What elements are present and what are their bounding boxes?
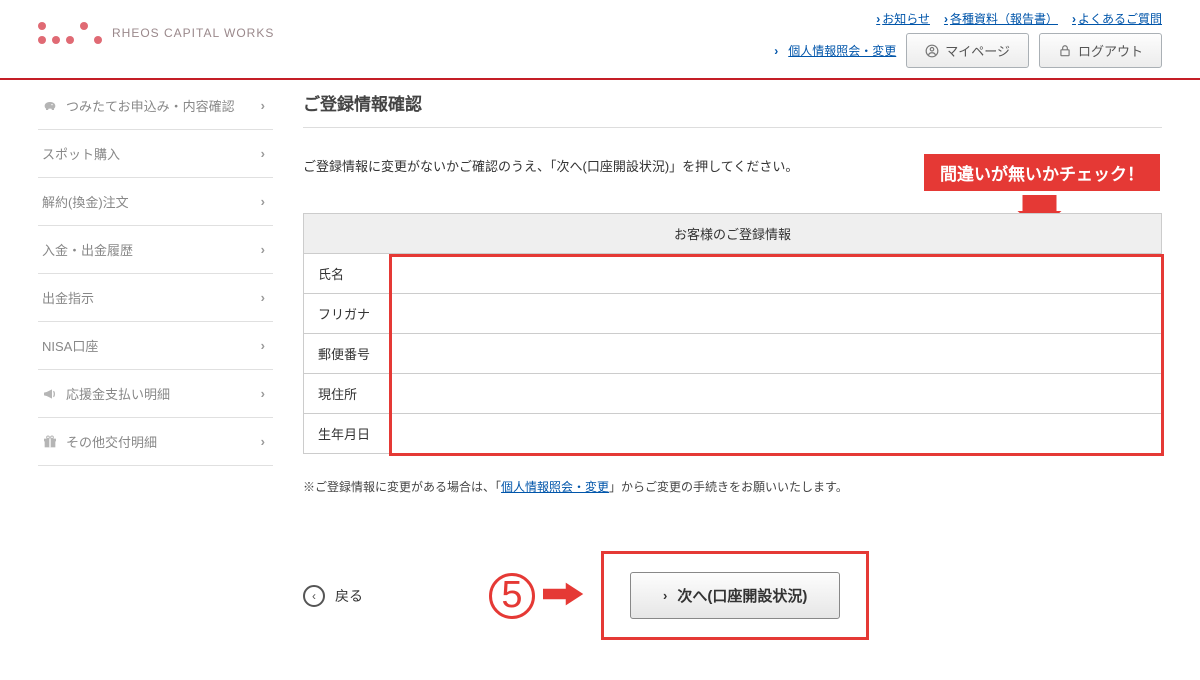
row-label-furigana: フリガナ xyxy=(304,294,392,334)
sidebar-item-other[interactable]: その他交付明細 › xyxy=(38,418,273,466)
sidebar-item-label: 出金指示 xyxy=(42,288,94,307)
table-row: 氏名 xyxy=(304,254,1162,294)
logo[interactable]: RHEOS CAPITAL WORKS xyxy=(38,22,274,44)
chevron-left-icon: ‹ xyxy=(303,585,325,607)
chevron-right-icon: › xyxy=(261,146,265,161)
lock-icon xyxy=(1058,44,1072,58)
link-personal-info-inline[interactable]: 個人情報照会・変更 xyxy=(501,480,609,494)
table-row: フリガナ xyxy=(304,294,1162,334)
user-icon xyxy=(925,44,939,58)
sidebar-item-label: NISA口座 xyxy=(42,336,98,355)
megaphone-icon xyxy=(42,386,58,402)
link-documents[interactable]: ›各種資料（報告書） xyxy=(944,10,1058,27)
link-faq[interactable]: ›よくあるご質問 xyxy=(1072,10,1162,27)
registration-table: お客様のご登録情報 氏名 フリガナ 郵便番号 現住所 生年月日 xyxy=(303,213,1162,454)
link-personal-info[interactable]: 個人情報照会・変更 xyxy=(788,42,896,59)
sidebar-item-nisa[interactable]: NISA口座 › xyxy=(38,322,273,370)
sidebar-item-label: つみたてお申込み・内容確認 xyxy=(66,96,235,115)
row-value xyxy=(392,374,1162,414)
chevron-right-icon: › xyxy=(261,386,265,401)
logo-text: RHEOS CAPITAL WORKS xyxy=(112,26,274,40)
mypage-button[interactable]: マイページ xyxy=(906,33,1029,68)
sidebar-item-label: スポット購入 xyxy=(42,144,120,163)
row-value xyxy=(392,254,1162,294)
row-label-zip: 郵便番号 xyxy=(304,334,392,374)
sidebar-item-withdraw[interactable]: 出金指示 › xyxy=(38,274,273,322)
chevron-right-icon: › xyxy=(261,290,265,305)
top-nav-links: ›お知らせ ›各種資料（報告書） ›よくあるご質問 xyxy=(876,10,1162,27)
row-label-dob: 生年月日 xyxy=(304,414,392,454)
table-row: 現住所 xyxy=(304,374,1162,414)
back-button[interactable]: ‹ 戻る xyxy=(303,585,363,607)
sidebar-item-label: 応援金支払い明細 xyxy=(66,384,170,403)
arrow-right-icon xyxy=(543,580,585,611)
row-value xyxy=(392,294,1162,334)
gift-icon xyxy=(42,434,58,450)
callout-badge: 間違いが無いかチェック！ xyxy=(924,154,1160,191)
chevron-right-icon: › xyxy=(261,338,265,353)
table-row: 郵便番号 xyxy=(304,334,1162,374)
sidebar-item-spot[interactable]: スポット購入 › xyxy=(38,130,273,178)
sidebar-item-history[interactable]: 入金・出金履歴 › xyxy=(38,226,273,274)
row-label-address: 現住所 xyxy=(304,374,392,414)
next-button-highlight: › 次へ(口座開設状況) xyxy=(601,551,869,640)
sidebar: つみたてお申込み・内容確認 › スポット購入 › 解約(換金)注文 › 入金・出… xyxy=(38,90,273,640)
sidebar-item-tsumitate[interactable]: つみたてお申込み・内容確認 › xyxy=(38,90,273,130)
row-label-name: 氏名 xyxy=(304,254,392,294)
row-value xyxy=(392,334,1162,374)
sidebar-item-label: 解約(換金)注文 xyxy=(42,192,129,211)
note-text: ※ご登録情報に変更がある場合は、「個人情報照会・変更」からご変更の手続きをお願い… xyxy=(303,478,1162,495)
sidebar-item-label: 入金・出金履歴 xyxy=(42,240,133,259)
piggy-icon xyxy=(42,98,58,114)
row-value xyxy=(392,414,1162,454)
sidebar-item-support[interactable]: 応援金支払い明細 › xyxy=(38,370,273,418)
page-title: ご登録情報確認 xyxy=(303,90,1162,128)
chevron-right-icon: › xyxy=(261,98,265,113)
link-news[interactable]: ›お知らせ xyxy=(876,10,930,27)
next-button[interactable]: › 次へ(口座開設状況) xyxy=(630,572,840,619)
sidebar-item-label: その他交付明細 xyxy=(66,432,157,451)
chevron-right-icon: › xyxy=(261,242,265,257)
logout-button[interactable]: ログアウト xyxy=(1039,33,1162,68)
table-header: お客様のご登録情報 xyxy=(304,214,1162,254)
chevron-right-icon: › xyxy=(261,194,265,209)
sidebar-item-cancel[interactable]: 解約(換金)注文 › xyxy=(38,178,273,226)
step-number-badge: 5 xyxy=(489,573,535,619)
chevron-right-icon: › xyxy=(663,588,667,603)
table-row: 生年月日 xyxy=(304,414,1162,454)
chevron-right-icon: › xyxy=(261,434,265,449)
logo-mark-icon xyxy=(38,22,102,44)
lead-text: ご登録情報に変更がないかご確認のうえ、「次へ(口座開設状況)」を押してください。 xyxy=(303,154,798,175)
